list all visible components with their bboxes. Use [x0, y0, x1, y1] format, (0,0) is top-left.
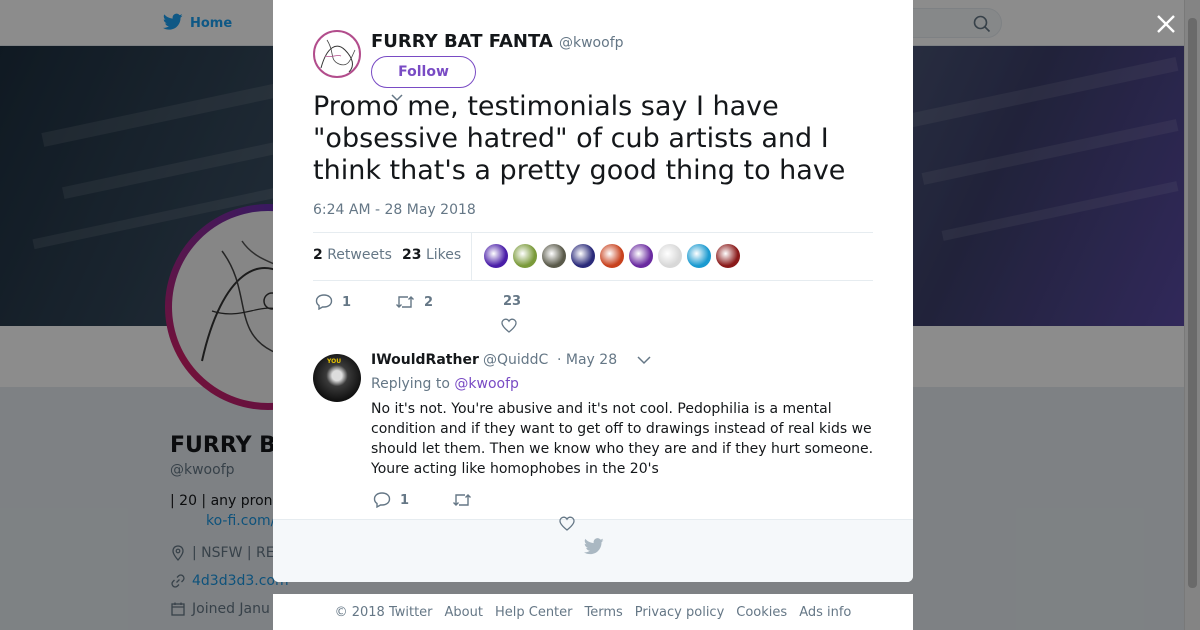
reply-icon — [373, 492, 391, 508]
footer-link-terms[interactable]: Terms — [585, 605, 623, 620]
retweets-stat[interactable]: 2 Retweets — [313, 247, 392, 263]
footer-link-about[interactable]: About — [445, 605, 483, 620]
stats-divider — [471, 233, 472, 281]
liker-avatar[interactable] — [628, 243, 654, 269]
retweets-count: 2 — [313, 247, 323, 263]
tweet-stats: 2 Retweets 23 Likes — [313, 232, 873, 281]
liker-avatar[interactable] — [599, 243, 625, 269]
likes-count: 23 — [402, 247, 422, 263]
heart-icon[interactable] — [559, 516, 575, 531]
avatar-sketch-icon — [320, 39, 356, 73]
tweet-author-avatar[interactable] — [313, 30, 361, 78]
page-footer: © 2018 Twitter About Help Center Terms P… — [273, 594, 913, 630]
reply-author-handle[interactable]: @QuiddC — [483, 352, 548, 368]
liker-avatar[interactable] — [512, 243, 538, 269]
tweet-text: Promo me, testimonials say I have "obses… — [313, 91, 846, 186]
reply-action[interactable]: 1 — [315, 294, 351, 310]
liker-avatar[interactable] — [541, 243, 567, 269]
follow-button[interactable]: Follow — [371, 56, 476, 88]
like-count: 23 — [503, 294, 522, 309]
retweets-label: Retweets — [327, 247, 392, 263]
twitter-bird-icon — [584, 538, 604, 555]
footer-link-ads-info[interactable]: Ads info — [799, 605, 851, 620]
likes-label: Likes — [425, 247, 462, 263]
likers-avatars — [483, 243, 741, 269]
retweet-action[interactable]: 2 — [395, 294, 433, 310]
replying-prefix: Replying to — [371, 376, 450, 392]
reply-count: 1 — [342, 294, 352, 310]
modal-footer — [273, 519, 913, 582]
tweet-author-handle[interactable]: @kwoofp — [559, 35, 624, 51]
liker-avatar[interactable] — [483, 243, 509, 269]
reply-reply-action[interactable]: 1 — [373, 492, 409, 508]
replying-to: Replying to @kwoofp — [371, 376, 519, 392]
reply-author-name[interactable]: IWouldRather — [371, 352, 479, 368]
likes-stat[interactable]: 23 Likes — [402, 247, 461, 263]
reply-author-avatar[interactable]: YOU — [313, 354, 361, 402]
like-action-count[interactable]: 23 — [503, 294, 521, 309]
reply-text: No it's not. You're abusive and it's not… — [371, 401, 874, 477]
tweet-timestamp[interactable]: 6:24 AM - 28 May 2018 — [313, 202, 476, 218]
reply-icon — [315, 294, 333, 310]
footer-link-cookies[interactable]: Cookies — [736, 605, 787, 620]
footer-copyright: © 2018 Twitter — [334, 604, 433, 620]
liker-avatar[interactable] — [657, 243, 683, 269]
tweet-author-name[interactable]: FURRY BAT FANTA — [371, 31, 553, 52]
retweet-count: 2 — [424, 294, 434, 310]
footer-link-help-center[interactable]: Help Center — [495, 605, 573, 620]
replying-handle-link[interactable]: @kwoofp — [454, 376, 519, 392]
liker-avatar[interactable] — [715, 243, 741, 269]
close-icon[interactable] — [1154, 12, 1178, 36]
retweet-icon — [396, 296, 414, 308]
liker-avatar[interactable] — [570, 243, 596, 269]
avatar-tag-text: YOU — [327, 358, 342, 365]
reply-reply-count: 1 — [400, 492, 410, 508]
tweet-actions: 1 2 23 — [313, 292, 873, 333]
liker-avatar[interactable] — [686, 243, 712, 269]
footer-link-privacy[interactable]: Privacy policy — [635, 605, 724, 620]
reply-date[interactable]: · May 28 — [557, 352, 617, 368]
tweet-permalink-modal: FURRY BAT FANTA @kwoofp Follow Promo me,… — [273, 0, 913, 582]
chevron-down-icon[interactable] — [637, 356, 651, 365]
retweet-icon[interactable] — [452, 492, 472, 508]
heart-icon[interactable] — [501, 318, 517, 333]
